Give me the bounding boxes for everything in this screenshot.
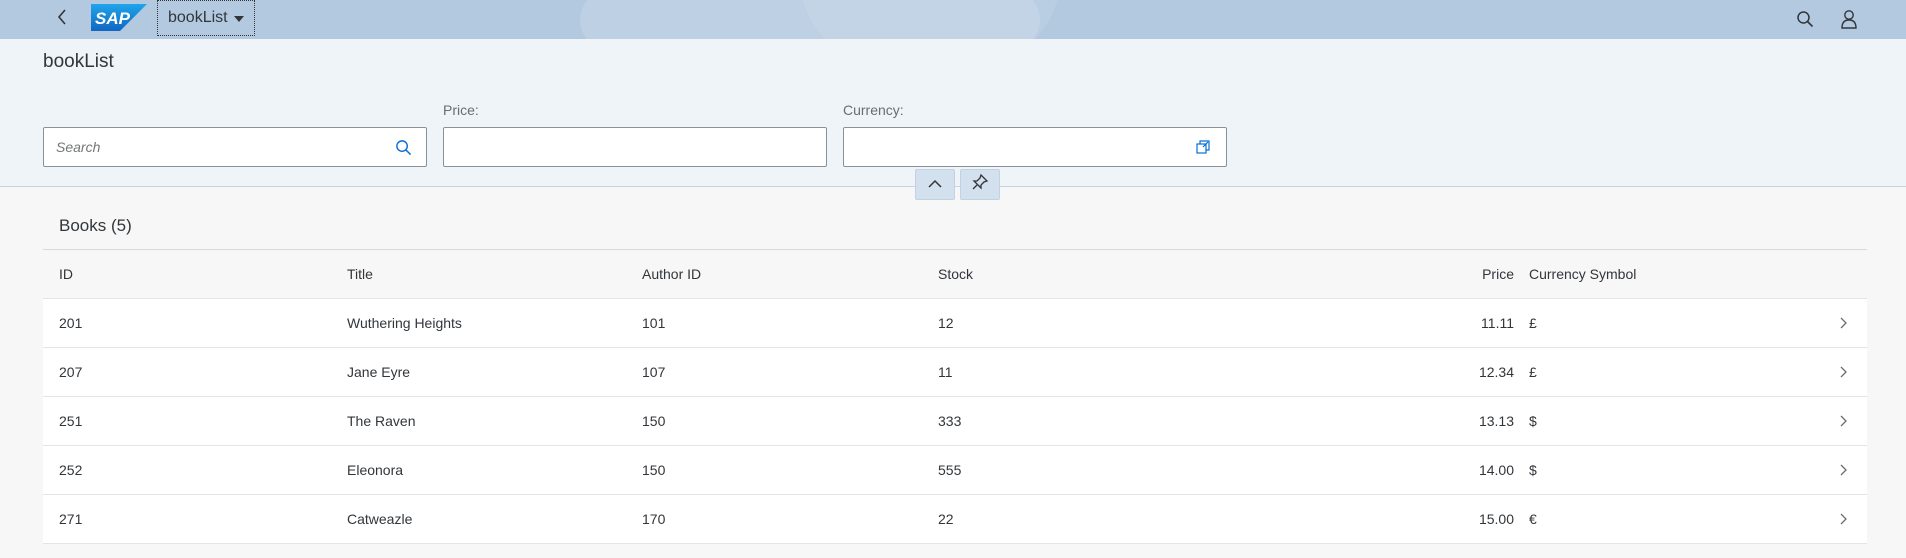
search-icon[interactable] <box>392 136 414 158</box>
chevron-right-icon[interactable] <box>1833 299 1853 347</box>
shell-decoration <box>800 0 1060 39</box>
cell-id: 201 <box>59 315 83 331</box>
cell-currency: $ <box>1529 462 1537 478</box>
cell-id: 251 <box>59 413 83 429</box>
search-placeholder: Search <box>56 139 101 155</box>
cell-author-id: 107 <box>642 364 666 380</box>
cell-price: 12.34 <box>1478 364 1514 380</box>
column-header-currency-symbol[interactable]: Currency Symbol <box>1529 250 1636 298</box>
search-icon[interactable] <box>1792 6 1818 32</box>
cell-currency: £ <box>1529 315 1537 331</box>
cell-price: 15.00 <box>1478 511 1514 527</box>
cell-currency: £ <box>1529 364 1537 380</box>
cell-author-id: 150 <box>642 462 666 478</box>
cell-currency: € <box>1529 511 1537 527</box>
cell-id: 252 <box>59 462 83 478</box>
value-help-icon[interactable] <box>1192 136 1214 158</box>
cell-author-id: 101 <box>642 315 666 331</box>
table-title-text: Books (5) <box>59 215 132 235</box>
cell-author-id: 150 <box>642 413 666 429</box>
cell-stock: 11 <box>938 364 953 380</box>
price-field[interactable] <box>443 127 827 167</box>
page-title: bookList <box>43 51 114 72</box>
app-title: bookList <box>168 9 228 26</box>
chevron-right-icon[interactable] <box>1833 495 1853 543</box>
currency-label: Currency: <box>843 102 904 118</box>
pin-icon <box>971 173 989 196</box>
cell-stock: 22 <box>938 511 954 527</box>
table-row[interactable]: 251 The Raven 150 333 13.13 $ <box>43 397 1867 446</box>
table-row[interactable]: 201 Wuthering Heights 101 12 11.11 £ <box>43 299 1867 348</box>
books-table: Books (5) ID Title Author ID Stock Price… <box>43 202 1867 544</box>
app-title-menu-button[interactable]: bookList <box>157 0 255 36</box>
cell-id: 207 <box>59 364 83 380</box>
cell-stock: 555 <box>938 462 962 478</box>
caret-down-icon <box>233 16 244 22</box>
table-row[interactable]: 207 Jane Eyre 107 11 12.34 £ <box>43 348 1867 397</box>
cell-id: 271 <box>59 511 83 527</box>
svg-text:SAP: SAP <box>95 9 131 28</box>
cell-stock: 12 <box>938 315 954 331</box>
column-header-price[interactable]: Price <box>1482 250 1514 298</box>
chevron-right-icon[interactable] <box>1833 446 1853 494</box>
collapse-header-button[interactable] <box>915 169 955 200</box>
table-header-row: ID Title Author ID Stock Price Currency … <box>43 250 1867 299</box>
column-header-id[interactable]: ID <box>59 250 73 298</box>
header-toggle-buttons <box>915 169 1000 200</box>
page-header: bookList Search Price: Currency: <box>0 39 1906 187</box>
cell-price: 13.13 <box>1478 413 1514 429</box>
cell-title: The Raven <box>347 413 416 429</box>
column-header-author-id[interactable]: Author ID <box>642 250 701 298</box>
sap-logo: SAP <box>91 4 147 31</box>
shell-bar: SAP bookList <box>0 0 1906 39</box>
price-label: Price: <box>443 102 479 118</box>
column-header-stock[interactable]: Stock <box>938 250 973 298</box>
currency-field[interactable] <box>843 127 1227 167</box>
cell-price: 14.00 <box>1478 462 1514 478</box>
search-input[interactable]: Search <box>43 127 427 167</box>
chevron-left-icon <box>55 8 69 31</box>
user-icon[interactable] <box>1836 6 1862 32</box>
cell-author-id: 170 <box>642 511 666 527</box>
table-title: Books (5) <box>43 202 1867 250</box>
column-header-title[interactable]: Title <box>347 250 373 298</box>
back-button[interactable] <box>50 4 74 34</box>
table-row[interactable]: 252 Eleonora 150 555 14.00 $ <box>43 446 1867 495</box>
cell-currency: $ <box>1529 413 1537 429</box>
cell-title: Wuthering Heights <box>347 315 462 331</box>
cell-title: Jane Eyre <box>347 364 411 380</box>
cell-stock: 333 <box>938 413 962 429</box>
table-row[interactable]: 271 Catweazle 170 22 15.00 € <box>43 495 1867 544</box>
cell-title: Catweazle <box>347 511 413 527</box>
pin-header-button[interactable] <box>960 169 1000 200</box>
chevron-up-icon <box>927 176 943 194</box>
chevron-right-icon[interactable] <box>1833 397 1853 445</box>
cell-price: 11.11 <box>1481 315 1514 331</box>
chevron-right-icon[interactable] <box>1833 348 1853 396</box>
cell-title: Eleonora <box>347 462 404 478</box>
